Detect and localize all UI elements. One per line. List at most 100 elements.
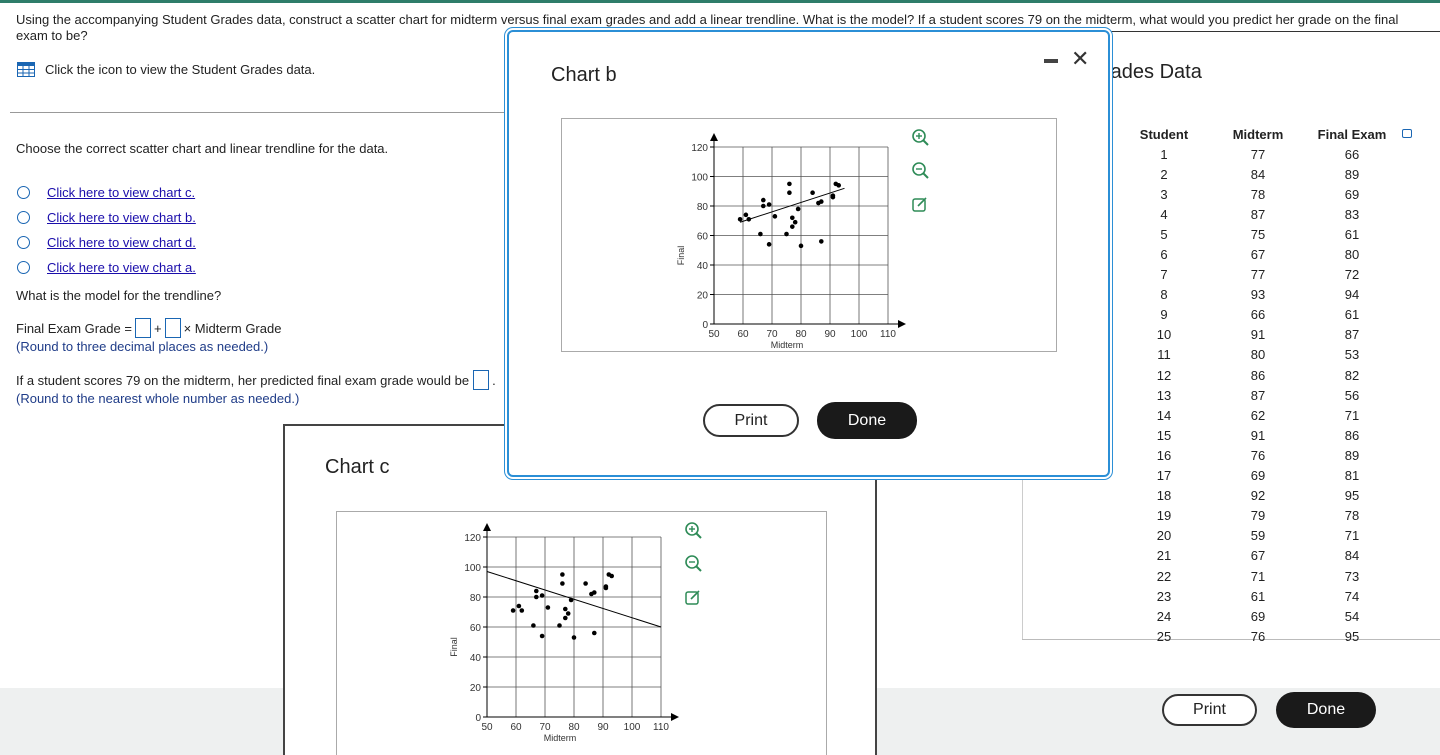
eq-prefix: Final Exam Grade = — [16, 320, 132, 336]
data-point — [545, 605, 551, 610]
data-point — [790, 224, 795, 229]
table-cell: 78 — [1344, 508, 1360, 524]
zoom-in-icon[interactable] — [912, 129, 929, 146]
table-icon[interactable] — [17, 62, 35, 77]
data-point — [790, 215, 795, 221]
table-row: 14 62 71 — [1120, 405, 1396, 425]
table-cell: 61 — [1344, 307, 1360, 323]
slope-input[interactable] — [164, 318, 181, 338]
table-cell: 73 — [1344, 568, 1360, 584]
done-button[interactable]: Done — [817, 402, 917, 439]
table-cell: 72 — [1344, 267, 1360, 283]
table-cell: 79 — [1250, 508, 1266, 524]
table-cell: 54 — [1344, 608, 1360, 624]
handle — [922, 139, 929, 146]
option-link[interactable]: Click here to view chart b. — [47, 210, 196, 225]
data-point — [833, 181, 839, 187]
zoom-out-icon[interactable] — [685, 555, 702, 572]
table-cell: 95 — [1344, 488, 1360, 504]
data-point — [539, 633, 545, 639]
prediction-input[interactable] — [473, 370, 490, 390]
option-chart-c[interactable]: Click here to view chart c. — [17, 180, 196, 205]
table-cell: 91 — [1250, 327, 1266, 343]
table-cell: 13 — [1156, 387, 1172, 403]
table-cell: 16 — [1156, 447, 1172, 463]
option-chart-b[interactable]: Click here to view chart b. — [17, 205, 196, 230]
grades-print-button[interactable]: Print — [1162, 694, 1257, 726]
table-row: 16 76 89 — [1120, 445, 1396, 465]
part3-period: . — [492, 372, 496, 388]
y-tick-label: 20 — [470, 683, 482, 694]
handle — [695, 565, 702, 572]
table-cell: 89 — [1344, 447, 1360, 463]
table-cell: 87 — [1250, 387, 1266, 403]
eq-plus: + — [153, 320, 162, 336]
trendline-equation: Final Exam Grade = + × Midterm Grade — [16, 318, 281, 338]
x-tick-label: 110 — [880, 329, 896, 340]
y-axis-label: Final — [449, 637, 459, 657]
option-link[interactable]: Click here to view chart d. — [47, 235, 196, 250]
radio-button[interactable] — [17, 236, 30, 249]
zoom-in-icon[interactable] — [685, 522, 702, 539]
print-button[interactable]: Print — [703, 404, 799, 437]
grades-done-button[interactable]: Done — [1276, 692, 1376, 728]
zoom-out-icon[interactable] — [912, 162, 929, 179]
table-cell: 67 — [1250, 247, 1266, 263]
data-point — [746, 216, 752, 222]
table-cell: 94 — [1344, 287, 1360, 303]
radio-button[interactable] — [17, 186, 30, 199]
option-link[interactable]: Click here to view chart a. — [47, 260, 196, 275]
grades-window-title: rades Data — [1104, 61, 1202, 83]
table-cell: 67 — [1250, 548, 1266, 564]
column-header: Student — [1139, 126, 1189, 142]
data-point — [592, 630, 597, 636]
open-external-icon[interactable] — [685, 590, 700, 605]
data-point — [583, 581, 588, 586]
radio-button[interactable] — [17, 211, 30, 224]
close-icon[interactable]: ✕ — [1071, 48, 1089, 70]
intercept-input[interactable] — [134, 318, 151, 338]
table-cell: 75 — [1250, 226, 1266, 242]
y-tick-label: 20 — [697, 291, 709, 302]
grades-table: Student Midterm Final Exam 1 77 66 2 84 89 3 78… — [1120, 124, 1396, 646]
y-tick-label: 100 — [691, 173, 708, 184]
y-tick-label: 100 — [464, 563, 481, 574]
data-point — [810, 190, 815, 196]
open-external-icon[interactable] — [912, 197, 927, 212]
table-cell: 25 — [1156, 628, 1172, 644]
data-point — [560, 572, 565, 577]
table-cell: 20 — [1156, 528, 1172, 544]
table-cell: 66 — [1344, 146, 1360, 162]
handle — [922, 172, 929, 179]
data-point — [565, 611, 571, 616]
data-link-row[interactable]: Click the icon to view the Student Grade… — [17, 62, 315, 77]
data-point — [589, 591, 594, 597]
y-tick-label: 40 — [470, 653, 482, 664]
x-tick-label: 60 — [510, 722, 522, 733]
y-tick-label: 60 — [697, 232, 709, 243]
y-tick-label: 80 — [470, 593, 482, 604]
data-link-label[interactable]: Click the icon to view the Student Grade… — [45, 62, 315, 77]
table-cell: 61 — [1250, 588, 1266, 604]
radio-button[interactable] — [17, 261, 30, 274]
option-chart-d[interactable]: Click here to view chart d. — [17, 230, 196, 255]
table-row: 10 91 87 — [1120, 325, 1396, 345]
table-cell: 84 — [1344, 548, 1360, 564]
data-point — [766, 242, 772, 247]
data-point — [534, 588, 539, 594]
option-chart-a[interactable]: Click here to view chart a. — [17, 255, 196, 280]
y-tick-label: 80 — [697, 202, 709, 213]
table-cell: 84 — [1250, 166, 1266, 182]
table-cell: 6 — [1160, 247, 1168, 263]
eq-suffix: × Midterm Grade — [183, 320, 282, 336]
expand-table-icon[interactable] — [1402, 129, 1412, 138]
table-header-row: Student Midterm Final Exam — [1120, 124, 1396, 144]
table-cell: 7 — [1160, 267, 1168, 283]
chart-options: Click here to view chart c. Click here t… — [17, 180, 196, 280]
table-row: 7 77 72 — [1120, 265, 1396, 285]
x-tick-label: 100 — [624, 722, 641, 733]
x-axis-label: Midterm — [771, 340, 804, 350]
option-link[interactable]: Click here to view chart c. — [47, 185, 195, 200]
minimize-icon[interactable] — [1044, 59, 1058, 63]
data-point — [539, 593, 545, 598]
